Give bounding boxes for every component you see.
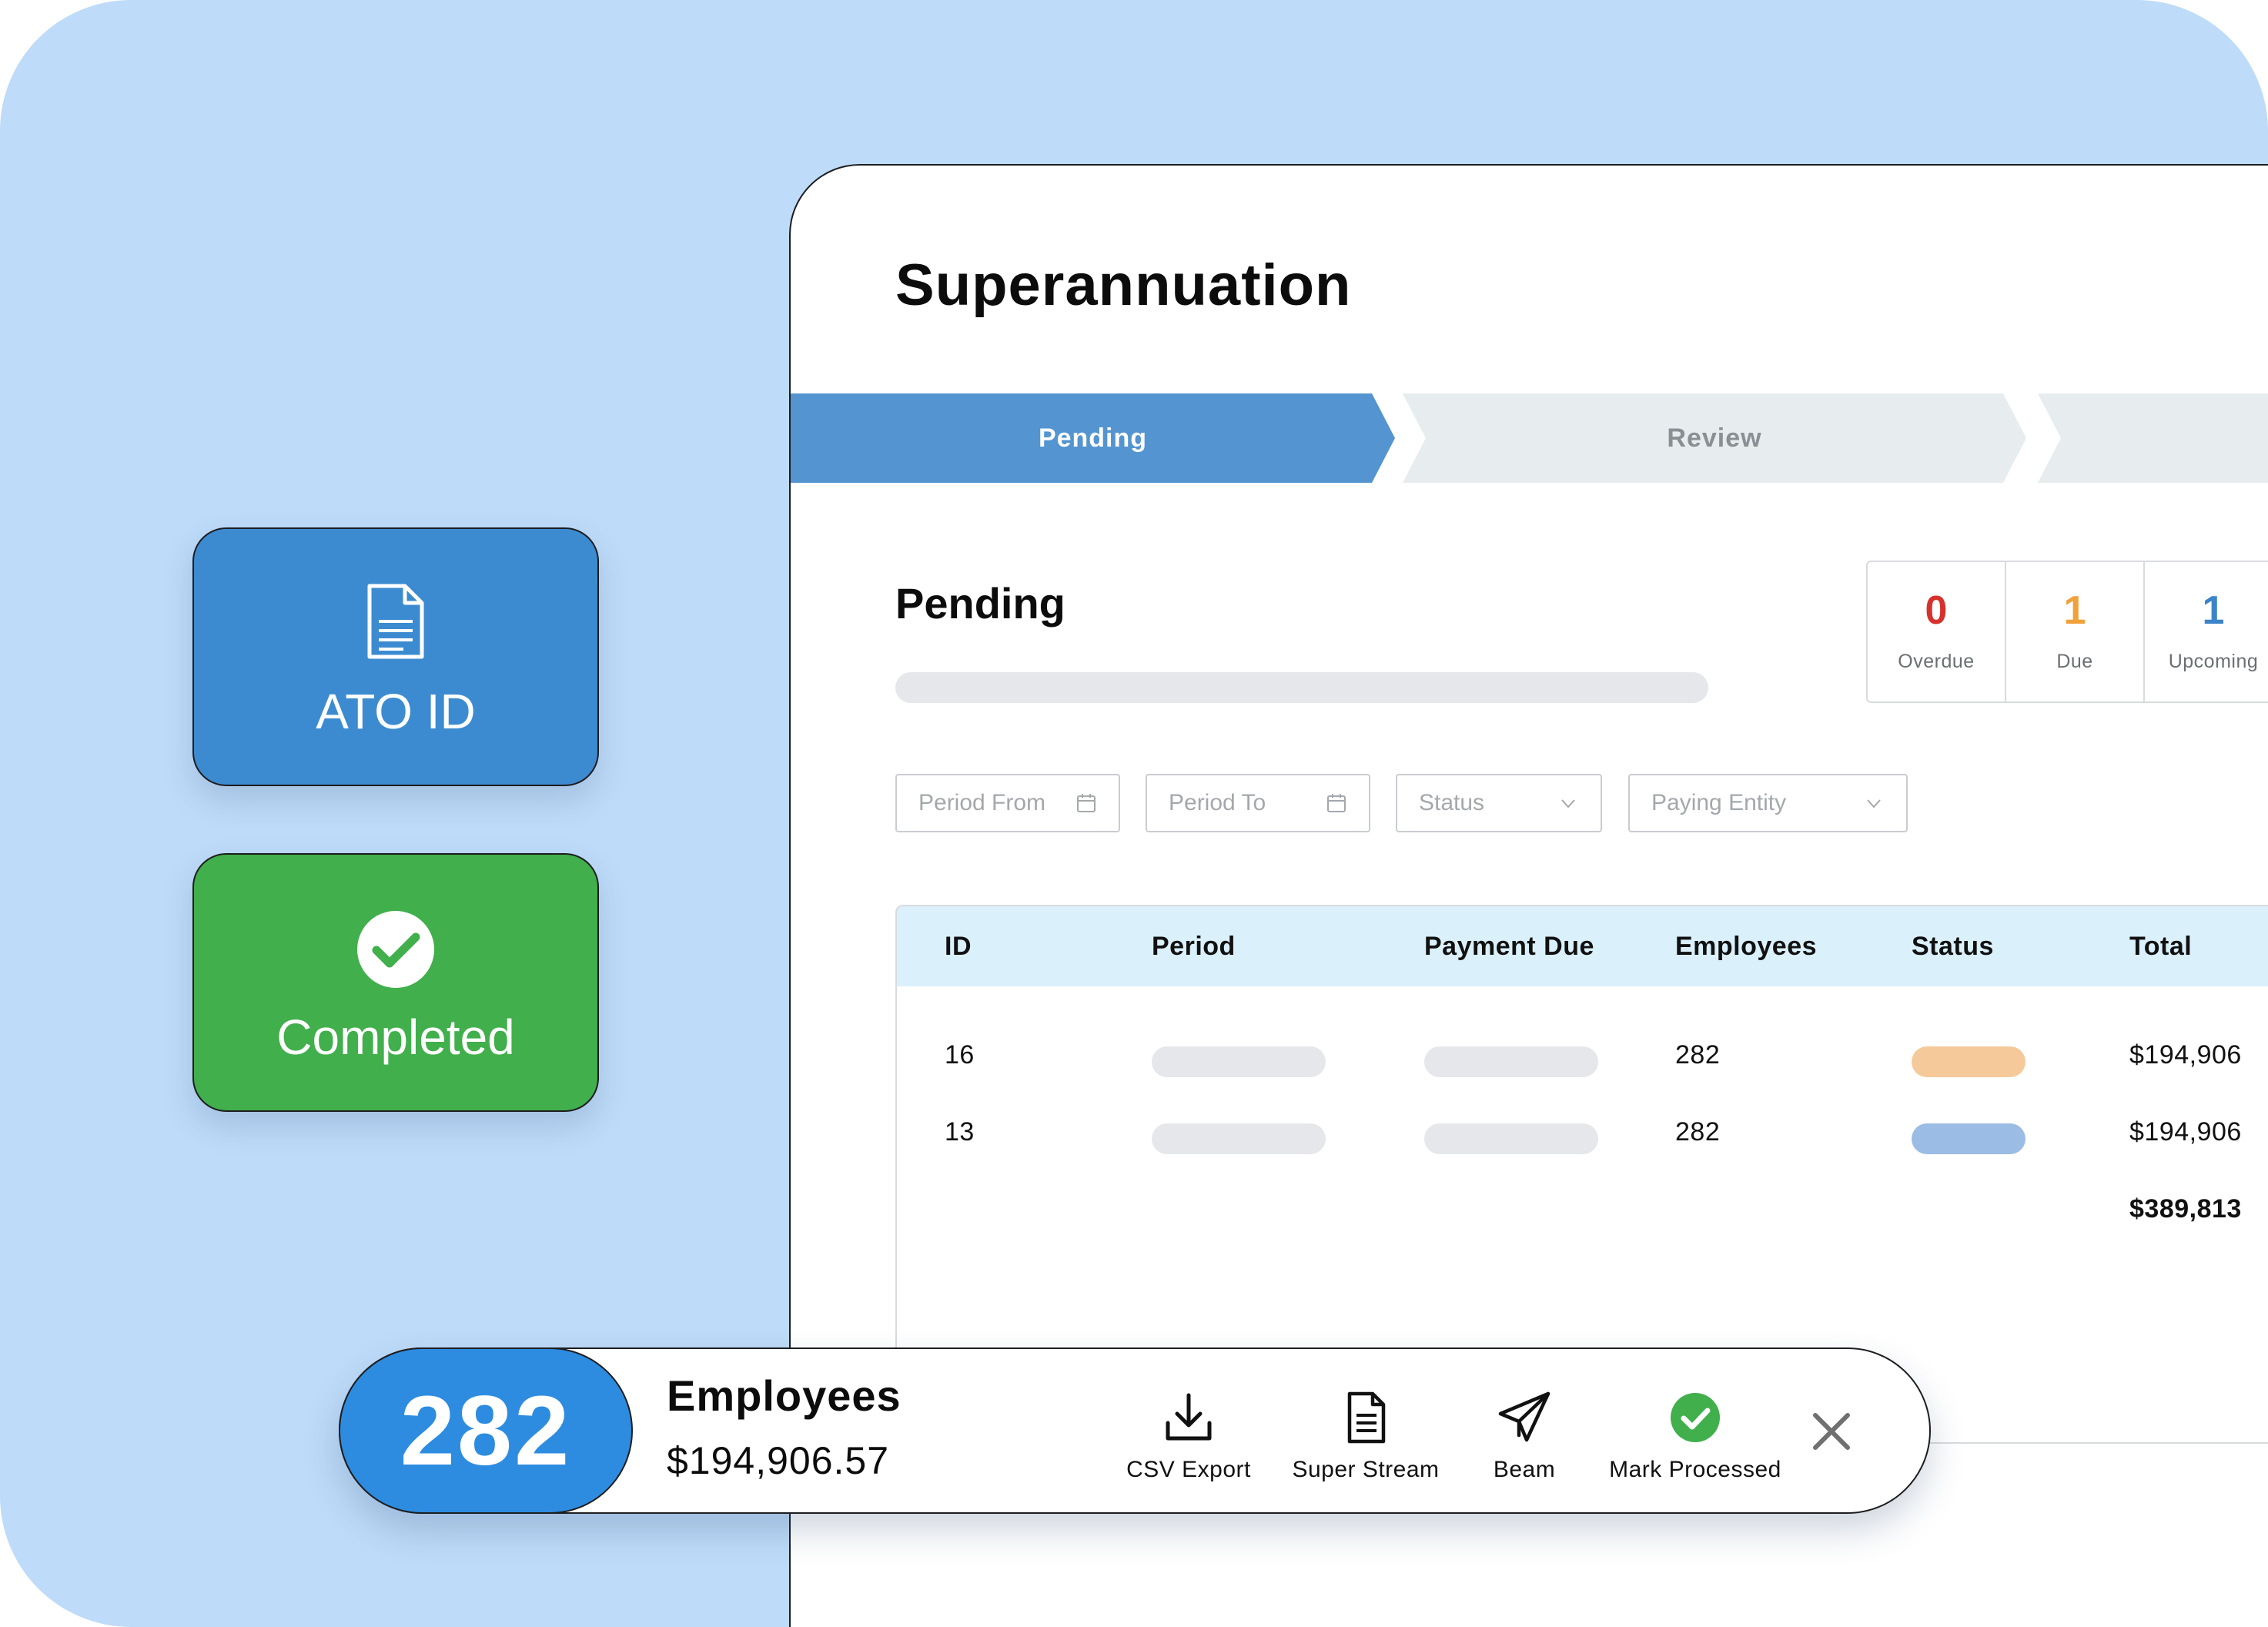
- column-employees[interactable]: Employees: [1675, 906, 1817, 986]
- selection-title: Employees: [667, 1371, 902, 1420]
- csv-export-label: CSV Export: [1126, 1457, 1251, 1482]
- column-status[interactable]: Status: [1912, 906, 1994, 986]
- document-icon: [367, 584, 424, 659]
- payment-due-placeholder: [1424, 1123, 1598, 1154]
- counter-overdue-label: Overdue: [1898, 651, 1975, 672]
- super-stream-button[interactable]: Super Stream: [1281, 1391, 1450, 1483]
- counter-upcoming-value: 1: [2202, 588, 2225, 633]
- step-pending[interactable]: Pending: [791, 393, 1395, 483]
- close-icon[interactable]: [1809, 1409, 1854, 1454]
- table-header: ID Period Payment Due Employees Status T…: [897, 906, 2268, 986]
- counter-due-value: 1: [2063, 588, 2086, 633]
- period-to-placeholder: Period To: [1169, 790, 1266, 815]
- column-period[interactable]: Period: [1152, 906, 1236, 986]
- row-id: 16: [945, 1040, 975, 1070]
- csv-export-button[interactable]: CSV Export: [1119, 1391, 1258, 1483]
- status-counters: 0 Overdue 1 Due 1 Upcoming: [1866, 561, 2268, 703]
- status-select[interactable]: Status: [1396, 774, 1602, 832]
- ato-id-card[interactable]: ATO ID: [192, 527, 599, 786]
- grand-total: $389,813: [2129, 1194, 2242, 1224]
- column-id[interactable]: ID: [945, 906, 972, 986]
- ato-id-label: ATO ID: [316, 684, 476, 739]
- counter-upcoming[interactable]: 1 Upcoming: [2145, 562, 2268, 701]
- mark-processed-button[interactable]: Mark Processed: [1587, 1391, 1803, 1483]
- document-icon: [1347, 1391, 1386, 1444]
- page-title: Superannuation: [895, 253, 1352, 318]
- chevron-down-icon: [1867, 799, 1881, 808]
- paying-entity-placeholder: Paying Entity: [1651, 790, 1787, 815]
- description-placeholder: [895, 672, 1708, 703]
- row-total: $194,906: [2129, 1117, 2242, 1147]
- chevron-down-icon: [1561, 799, 1575, 808]
- selected-count-badge: 282: [339, 1347, 633, 1514]
- payment-due-placeholder: [1424, 1046, 1598, 1077]
- completed-label: Completed: [276, 1009, 515, 1065]
- row-employees: 282: [1675, 1040, 1721, 1070]
- section-title: Pending: [895, 579, 1065, 628]
- super-stream-label: Super Stream: [1292, 1457, 1440, 1482]
- row-total: $194,906: [2129, 1040, 2242, 1070]
- calendar-icon: [1327, 794, 1346, 812]
- selection-amount: $194,906.57: [667, 1439, 890, 1482]
- counter-overdue[interactable]: 0 Overdue: [1868, 562, 2006, 701]
- column-payment-due[interactable]: Payment Due: [1424, 906, 1594, 986]
- period-placeholder: [1152, 1123, 1326, 1154]
- step-review[interactable]: Review: [1403, 393, 2026, 483]
- mark-processed-label: Mark Processed: [1609, 1457, 1781, 1482]
- step-next[interactable]: [2038, 393, 2268, 483]
- completed-card[interactable]: Completed: [192, 853, 599, 1112]
- row-employees: 282: [1675, 1117, 1721, 1147]
- column-total[interactable]: Total: [2129, 906, 2192, 986]
- paper-plane-icon: [1498, 1391, 1550, 1442]
- counter-upcoming-label: Upcoming: [2168, 651, 2259, 672]
- selection-action-bar: 282 Employees $194,906.57 CSV Export Sup…: [339, 1347, 1931, 1514]
- period-from-placeholder: Period From: [918, 790, 1046, 815]
- beam-label: Beam: [1493, 1457, 1556, 1482]
- period-placeholder: [1152, 1046, 1326, 1077]
- period-to-input[interactable]: Period To: [1146, 774, 1370, 832]
- download-icon: [1166, 1393, 1212, 1441]
- progress-steps: Pending Review: [791, 393, 2268, 483]
- counter-overdue-value: 0: [1925, 588, 1948, 633]
- row-id: 13: [945, 1117, 975, 1147]
- counter-due[interactable]: 1 Due: [2006, 562, 2145, 701]
- check-circle-icon: [1671, 1393, 1720, 1442]
- counter-due-label: Due: [2056, 651, 2093, 672]
- status-placeholder: Status: [1419, 790, 1485, 815]
- period-from-input[interactable]: Period From: [895, 774, 1120, 832]
- paying-entity-select[interactable]: Paying Entity: [1628, 774, 1908, 832]
- status-badge: [1912, 1046, 2025, 1077]
- selected-count: 282: [400, 1375, 572, 1486]
- beam-button[interactable]: Beam: [1470, 1391, 1578, 1483]
- status-badge: [1912, 1123, 2025, 1154]
- calendar-icon: [1077, 794, 1096, 812]
- check-circle-icon: [357, 911, 434, 988]
